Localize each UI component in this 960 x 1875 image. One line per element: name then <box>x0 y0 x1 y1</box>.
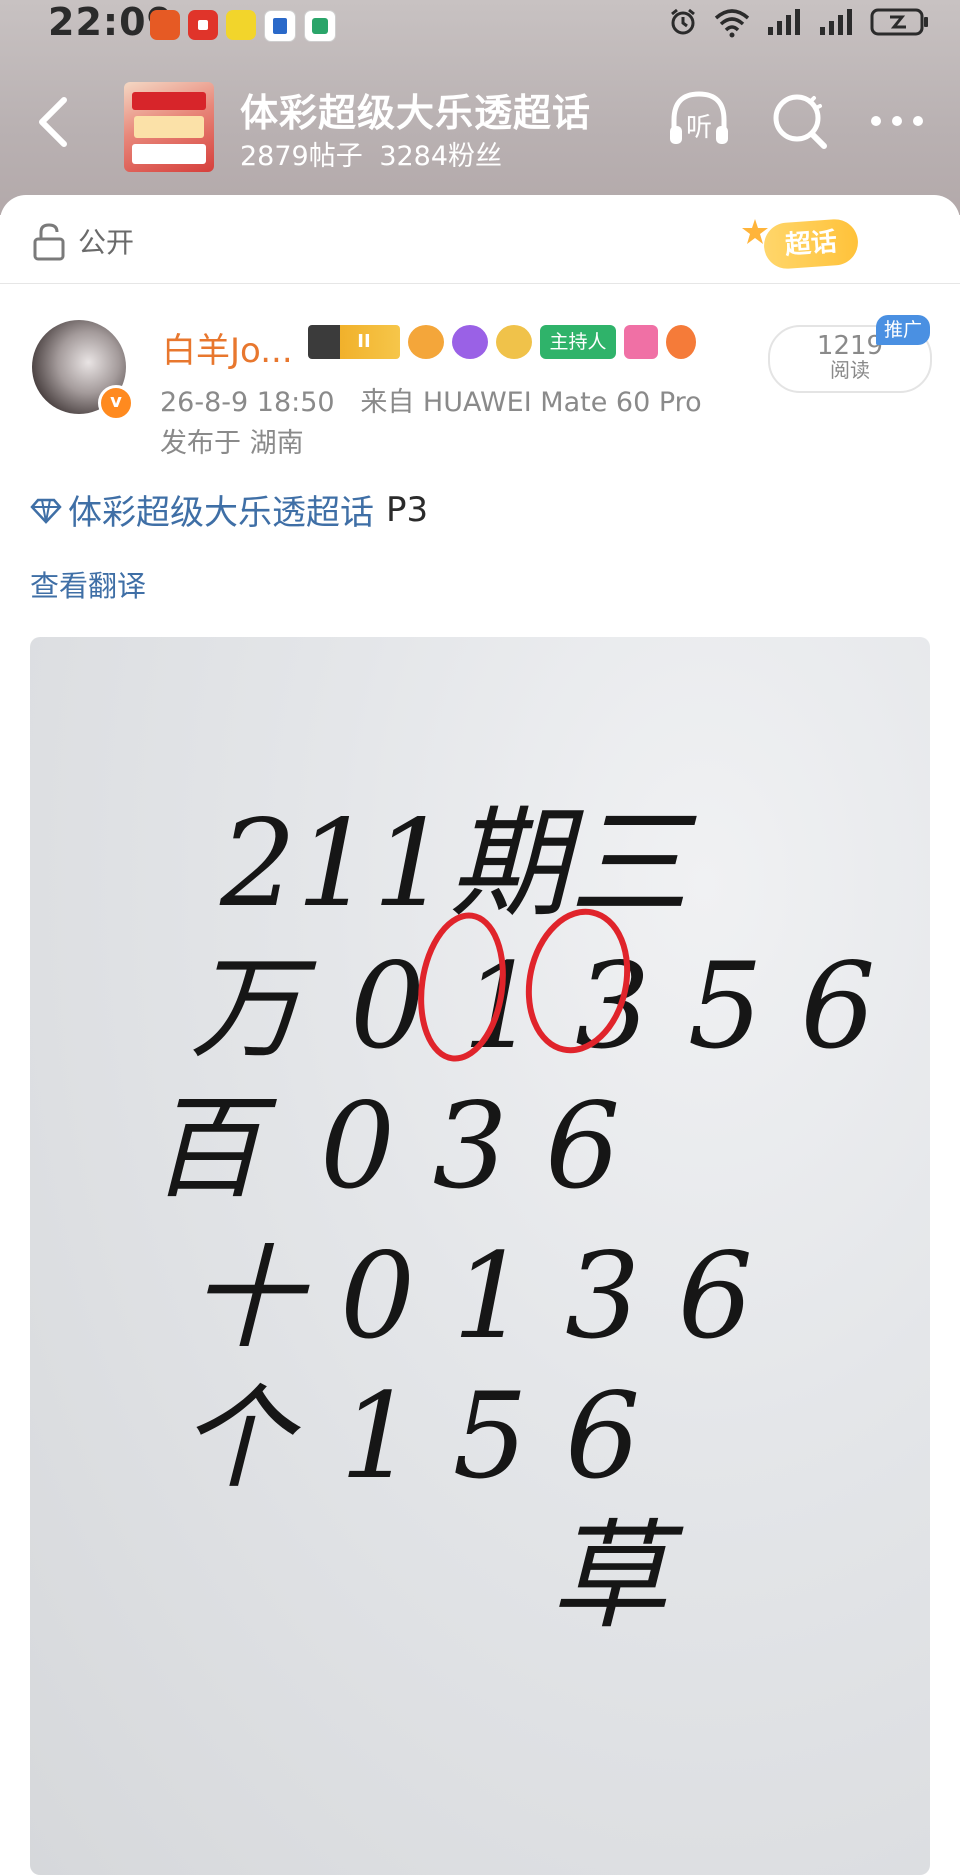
signal-icon <box>768 9 800 35</box>
search-icon[interactable] <box>766 86 836 156</box>
post-source: 来自 HUAWEI Mate 60 Pro <box>360 387 702 418</box>
author-badges: II 主持人 <box>308 325 696 359</box>
red-app-icon <box>188 10 218 40</box>
listen-label: 听 <box>686 113 712 143</box>
fish-badge-icon[interactable] <box>408 325 444 359</box>
alarm-icon <box>671 8 695 35</box>
lion-badge-icon[interactable] <box>496 325 532 359</box>
listen-icon[interactable]: 听 <box>664 86 734 156</box>
post-app-icon <box>304 10 336 42</box>
status-indicators <box>668 6 930 38</box>
diamond-icon <box>30 498 62 524</box>
note-row-digits: 0 3 6 <box>320 1077 620 1215</box>
chaohua-label: 超话 <box>762 217 860 271</box>
yellow-app-icon <box>226 10 256 40</box>
status-bar: 22:09 <box>0 0 960 48</box>
wifi-icon <box>714 9 750 38</box>
verified-badge-icon: v <box>98 385 134 421</box>
more-icon[interactable] <box>862 86 932 156</box>
post-suffix: P3 <box>386 489 429 530</box>
post-meta: 26-8-9 18:50 来自 HUAWEI Mate 60 Pro <box>160 380 702 419</box>
handwritten-note: 211期三 万 0 1 3 5 6 百 0 3 6 十 0 1 3 6 个 1 … <box>150 795 875 1645</box>
post-count: 2879帖子 <box>240 141 363 172</box>
purple-badge-icon[interactable] <box>452 325 488 359</box>
translate-link[interactable]: 查看翻译 <box>30 563 146 605</box>
note-row-label: 十 <box>190 1234 310 1364</box>
fan-count: 3284粉丝 <box>379 141 503 172</box>
note-row-label: 百 <box>150 1084 277 1214</box>
battery-icon <box>870 8 928 36</box>
topic-thumbnail[interactable] <box>124 82 214 172</box>
privacy-label: 公开 <box>78 226 135 259</box>
author-name[interactable]: 白羊Jo... <box>162 323 293 372</box>
topic-title[interactable]: 体彩超级大乐透超话 <box>240 82 591 137</box>
chaohua-badge[interactable]: 超话 <box>740 217 870 271</box>
privacy-row: 公开 超话 <box>0 195 960 284</box>
signal-icon <box>820 9 852 35</box>
lock-icon <box>33 223 65 261</box>
back-icon[interactable] <box>30 92 76 152</box>
bank-app-icon <box>150 10 180 40</box>
promo-tag[interactable]: 推广 <box>876 315 930 345</box>
topic-header: 体彩超级大乐透超话 2879帖子 3284粉丝 听 <box>0 62 960 192</box>
post-photo[interactable]: 211期三 万 0 1 3 5 6 百 0 3 6 十 0 1 3 6 个 1 … <box>30 637 930 1875</box>
topic-stats: 2879帖子 3284粉丝 <box>240 134 510 173</box>
calendar-app-icon <box>264 10 296 42</box>
notification-app-icons <box>150 10 336 42</box>
reads-label: 阅读 <box>830 358 870 382</box>
note-row-label: 个 <box>180 1374 301 1504</box>
note-heading: 211期三 <box>219 795 697 934</box>
topic-tag-link[interactable]: 体彩超级大乐透超话 P3 <box>30 485 428 534</box>
post-date: 26-8-9 18:50 <box>160 387 335 418</box>
note-row-digits: 1 5 6 <box>340 1367 640 1505</box>
topic-tag-text: 体彩超级大乐透超话 <box>68 493 374 533</box>
note-row-label: 万 <box>190 944 317 1074</box>
crown-level-badge[interactable]: II <box>308 325 400 359</box>
post-location: 发布于 湖南 <box>160 428 304 459</box>
gem-badge-icon[interactable] <box>624 325 658 359</box>
post-card: 公开 超话 v 白羊Jo... II 主持人 26-8-9 18:50 来自 H… <box>0 195 960 1875</box>
host-badge[interactable]: 主持人 <box>540 325 616 359</box>
monkey-badge-icon[interactable] <box>666 325 696 359</box>
note-signature: 草 <box>550 1507 684 1645</box>
note-row-digits: 0 1 3 6 <box>340 1227 753 1365</box>
